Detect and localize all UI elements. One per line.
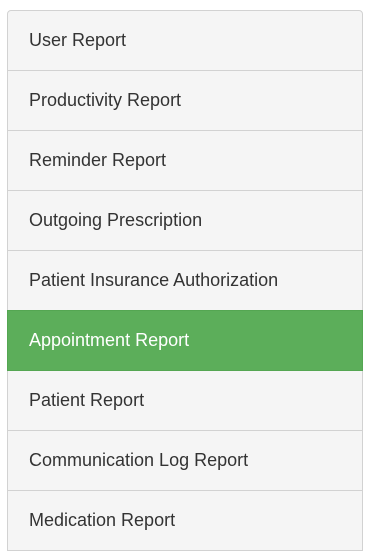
report-menu: User Report Productivity Report Reminder… (7, 10, 363, 551)
report-item-label: Reminder Report (29, 150, 167, 170)
report-item-medication-report[interactable]: Medication Report (7, 490, 363, 551)
report-item-outgoing-prescription[interactable]: Outgoing Prescription (7, 190, 363, 251)
report-item-label: Outgoing Prescription (29, 210, 203, 230)
report-item-label: Patient Report (29, 390, 145, 410)
report-item-label: Communication Log Report (29, 450, 249, 470)
report-item-patient-insurance-authorization[interactable]: Patient Insurance Authorization (7, 250, 363, 311)
report-item-user-report[interactable]: User Report (7, 10, 363, 71)
report-item-appointment-report[interactable]: Appointment Report (7, 310, 363, 371)
report-item-label: Medication Report (29, 510, 176, 530)
report-item-reminder-report[interactable]: Reminder Report (7, 130, 363, 191)
report-item-label: Appointment Report (29, 330, 190, 350)
report-item-label: Productivity Report (29, 90, 182, 110)
report-item-patient-report[interactable]: Patient Report (7, 370, 363, 431)
report-item-label: User Report (29, 30, 127, 50)
report-item-productivity-report[interactable]: Productivity Report (7, 70, 363, 131)
report-item-label: Patient Insurance Authorization (29, 270, 279, 290)
report-item-communication-log-report[interactable]: Communication Log Report (7, 430, 363, 491)
